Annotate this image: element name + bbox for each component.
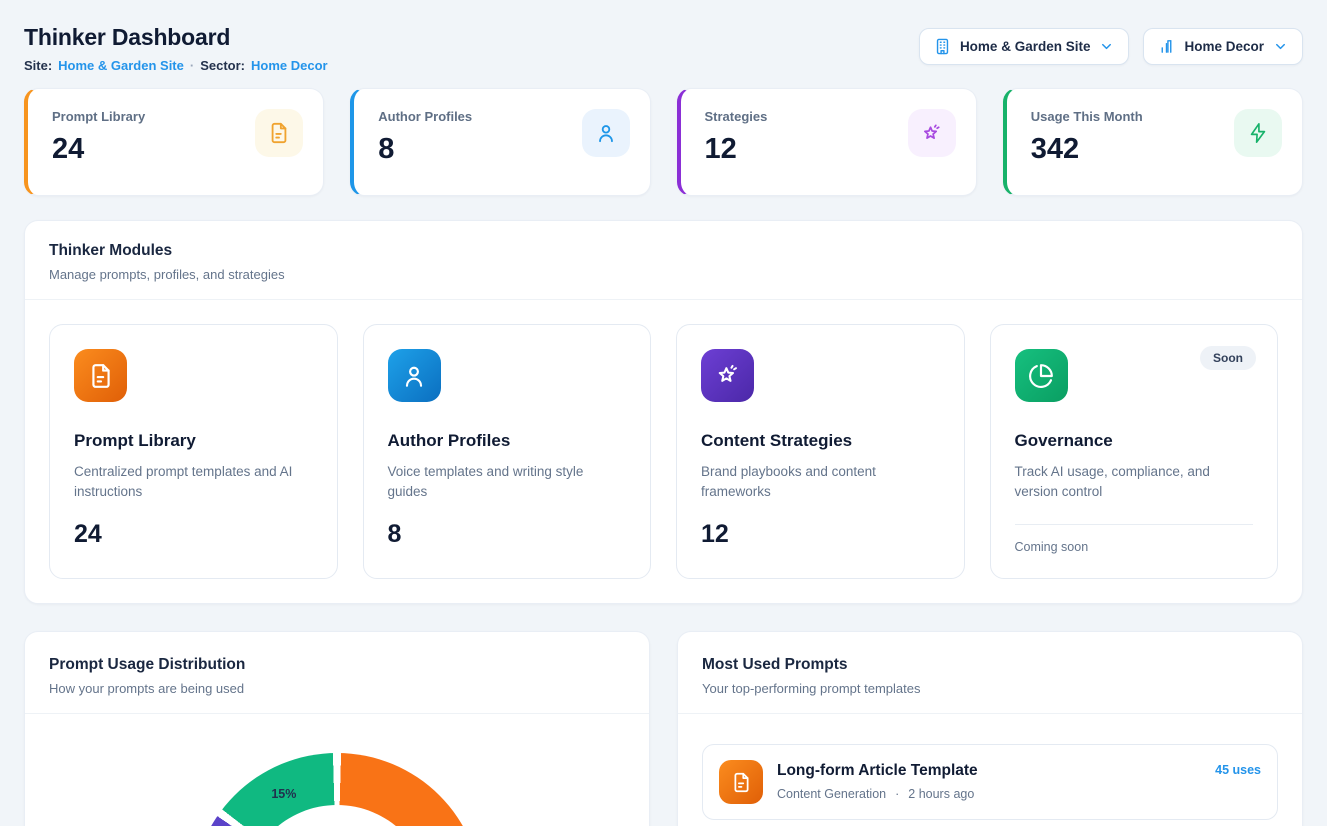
chevron-down-icon [1099,39,1114,54]
module-count: 8 [388,520,627,549]
most-used-prompts-panel: Most Used Prompts Your top-performing pr… [677,631,1303,826]
stat-card-strategies: Strategies 12 [677,88,977,196]
dashboard-page: Thinker Dashboard Site: Home & Garden Si… [0,0,1327,826]
stat-label: Usage This Month [1031,109,1143,124]
module-description: Track AI usage, compliance, and version … [1015,462,1254,502]
usage-panel-title: Prompt Usage Distribution [49,656,625,674]
modules-header: Thinker Modules Manage prompts, profiles… [25,221,1302,299]
file-text-icon [255,109,303,157]
stats-row: Prompt Library 24 Author Profiles 8 Stra… [24,88,1303,196]
header-controls: Home & Garden Site Home Decor [919,28,1303,65]
module-title: Governance [1015,431,1254,451]
uses-count: 45 uses [1215,763,1261,777]
soon-badge: Soon [1200,346,1256,370]
site-selector-dropdown[interactable]: Home & Garden Site [919,28,1130,65]
prompts-panel-subtitle: Your top-performing prompt templates [702,681,1278,696]
building-icon [934,38,951,55]
prompt-meta: Content Generation · 2 hours ago [777,787,1201,801]
chevron-down-icon [1273,39,1288,54]
module-card-content-strategies[interactable]: Content Strategies Brand playbooks and c… [676,324,965,579]
file-text-icon [74,349,127,402]
separator-dot: · [190,58,194,73]
stat-value: 24 [52,133,145,166]
thinker-modules-section: Thinker Modules Manage prompts, profiles… [24,220,1303,604]
donut-segment-label: 15% [271,787,296,801]
coming-soon-note: Coming soon [1015,540,1254,554]
sector-label: Sector: [200,58,245,73]
chart-area: 15% [25,714,649,826]
site-selector-label: Home & Garden Site [960,39,1091,54]
stat-value: 8 [378,133,472,166]
user-icon [582,109,630,157]
breadcrumb: Site: Home & Garden Site · Sector: Home … [24,58,328,73]
prompt-title: Long-form Article Template [777,762,1201,780]
file-text-icon [719,760,763,804]
module-card-governance[interactable]: Soon Governance Track AI usage, complian… [990,324,1279,579]
modules-grid: Prompt Library Centralized prompt templa… [25,300,1302,603]
modules-title: Thinker Modules [49,242,1278,260]
stat-label: Prompt Library [52,109,145,124]
sector-link[interactable]: Home Decor [251,58,328,73]
sector-selector-label: Home Decor [1184,39,1264,54]
stat-value: 12 [705,133,768,166]
divider [1015,524,1254,525]
page-header: Thinker Dashboard Site: Home & Garden Si… [24,24,1303,73]
stat-label: Author Profiles [378,109,472,124]
prompt-time: 2 hours ago [908,787,974,801]
prompt-usage-panel: Prompt Usage Distribution How your promp… [24,631,650,826]
usage-panel-header: Prompt Usage Distribution How your promp… [25,632,649,713]
stat-card-prompt-library: Prompt Library 24 [24,88,324,196]
user-icon [388,349,441,402]
module-description: Centralized prompt templates and AI inst… [74,462,313,502]
prompt-category: Content Generation [777,787,886,801]
stat-label: Strategies [705,109,768,124]
sparkle-star-icon [908,109,956,157]
module-title: Author Profiles [388,431,627,451]
module-card-prompt-library[interactable]: Prompt Library Centralized prompt templa… [49,324,338,579]
sparkle-star-icon [701,349,754,402]
module-title: Content Strategies [701,431,940,451]
module-title: Prompt Library [74,431,313,451]
prompts-panel-title: Most Used Prompts [702,656,1278,674]
header-left: Thinker Dashboard Site: Home & Garden Si… [24,24,328,73]
module-card-author-profiles[interactable]: Author Profiles Voice templates and writ… [363,324,652,579]
module-description: Voice templates and writing style guides [388,462,627,502]
usage-panel-subtitle: How your prompts are being used [49,681,625,696]
stat-value: 342 [1031,133,1143,166]
modules-subtitle: Manage prompts, profiles, and strategies [49,267,1278,282]
sector-selector-dropdown[interactable]: Home Decor [1143,28,1303,65]
prompts-panel-header: Most Used Prompts Your top-performing pr… [678,632,1302,713]
bottom-row: Prompt Usage Distribution How your promp… [24,631,1303,826]
stat-card-usage: Usage This Month 342 [1003,88,1303,196]
module-count: 12 [701,520,940,549]
module-description: Brand playbooks and content frameworks [701,462,940,502]
prompt-list-item[interactable]: Long-form Article Template Content Gener… [702,744,1278,820]
separator-dot: · [895,787,899,801]
zap-icon [1234,109,1282,157]
module-count: 24 [74,520,313,549]
prompt-list: Long-form Article Template Content Gener… [678,714,1302,826]
bar-chart-icon [1158,38,1175,55]
site-link[interactable]: Home & Garden Site [58,58,184,73]
stat-card-author-profiles: Author Profiles 8 [350,88,650,196]
site-label: Site: [24,58,52,73]
pie-chart-icon [1015,349,1068,402]
usage-donut: 15% [192,753,482,826]
page-title: Thinker Dashboard [24,24,328,51]
